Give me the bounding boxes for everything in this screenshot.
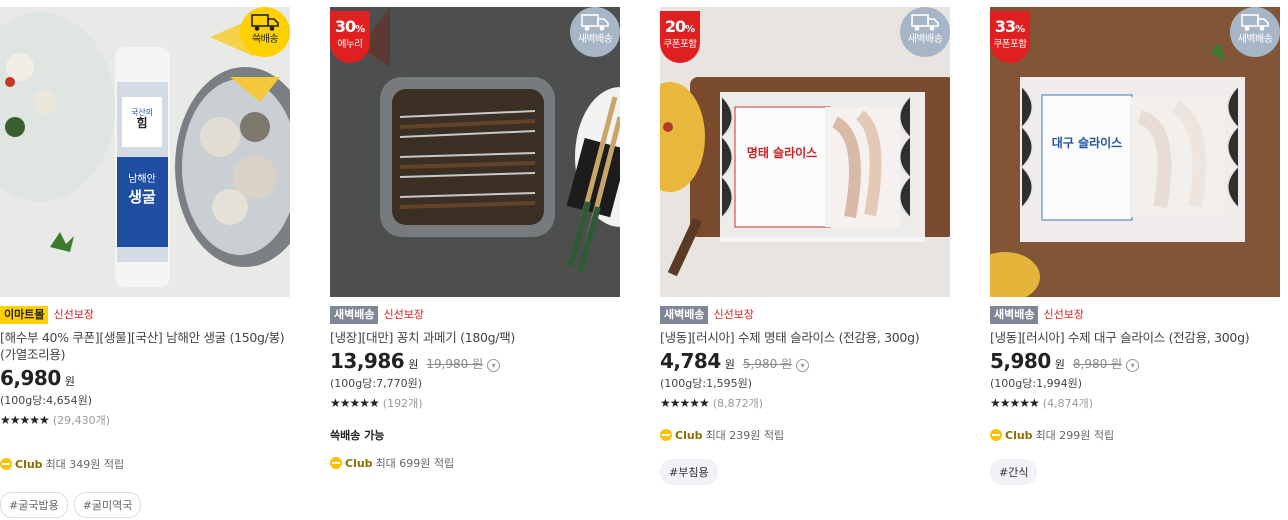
club-coin-icon [0,458,12,470]
club-points-text: 최대 239원 적립 [705,429,785,442]
truck-icon [581,14,609,31]
original-price: 8,980 원 [1072,357,1123,371]
package-label: 명태 슬라이스 [747,145,817,160]
club-points-text: 최대 699원 적립 [375,457,455,470]
star-icon: ★★★★★ [330,396,380,410]
truck-icon [1241,14,1269,31]
currency-label: 원 [724,358,735,371]
club-label: Club [345,456,373,470]
discount-percent: 33 [994,17,1016,36]
ssg-delivery-badge: 쓱배송 [240,7,290,57]
percent-sign: % [355,24,366,35]
package-label: 남해안 [128,172,156,185]
delivery-badge-label: 새벽배송 [907,34,943,45]
club-coin-icon [990,429,1002,441]
dawn-delivery-tag: 새벽배송 [990,306,1039,324]
discount-label: 쿠폰포함 [663,39,697,50]
product-image[interactable]: 30% 에누리 새벽배송 [330,7,620,297]
info-icon[interactable]: ▾ [487,359,501,372]
fresh-guarantee-badge: 신선보장 [383,308,424,321]
club-coin-icon [330,457,342,469]
review-count[interactable]: (8,872개) [713,395,763,411]
truck-icon [911,14,939,31]
dawn-delivery-badge: 새벽배송 [570,7,620,57]
product-card[interactable]: 명태 슬라이스 20% 쿠폰포함 새벽배송 새벽배송 신선보장 [냉동][러시아… [660,7,950,485]
sale-price: 13,986 [330,349,405,373]
club-label: Club [675,428,703,442]
percent-sign: % [685,24,696,35]
dawn-delivery-badge: 새벽배송 [1230,7,1280,57]
star-icon: ★★★★★ [990,396,1040,410]
sale-price: 5,980 [990,349,1051,373]
hashtag[interactable]: #부침용 [660,459,718,485]
fresh-guarantee-badge: 신선보장 [713,308,754,321]
unit-price: (100g당:1,994원) [990,377,1082,390]
sale-price: 6,980 [0,366,61,390]
dawn-delivery-tag: 새벽배송 [660,306,709,324]
discount-percent: 30 [334,17,356,36]
package-label: 생굴 [128,188,156,206]
review-count[interactable]: (192개) [383,395,423,411]
emart-mall-badge: 이마트몰 [0,306,49,324]
currency-label: 원 [64,375,75,388]
product-card[interactable]: 대구 슬라이스 33% 쿠폰포함 새벽배송 새벽배송 신선보장 [냉동][러시아… [990,7,1280,485]
review-count[interactable]: (4,874개) [1043,395,1093,411]
product-image[interactable]: 국산의 힘 남해안 생굴 쓱배송 [0,7,290,297]
club-coin-icon [660,429,672,441]
ssg-delivery-available: 쓱배송 가능 [330,429,385,442]
product-name[interactable]: [해수부 40% 쿠폰][생물][국산] 남해안 생굴 (150g/봉) (가열… [0,329,290,363]
delivery-badge-label: 새벽배송 [1237,34,1273,45]
original-price: 5,980 원 [742,357,793,371]
hashtag[interactable]: #굴국밥용 [0,492,68,518]
product-name[interactable]: [냉장][대만] 꽁치 과메기 (180g/팩) [330,329,620,346]
unit-price: (100g당:7,770원) [330,377,422,390]
package-label: 대구 슬라이스 [1052,135,1122,150]
fresh-guarantee-badge: 신선보장 [1043,308,1084,321]
product-name[interactable]: [냉동][러시아] 수제 대구 슬라이스 (전감용, 300g) [990,329,1280,346]
product-name[interactable]: [냉동][러시아] 수제 명태 슬라이스 (전감용, 300g) [660,329,950,346]
info-icon[interactable]: ▾ [1126,359,1140,372]
club-points-text: 최대 349원 적립 [45,458,125,471]
hashtag[interactable]: #간식 [990,459,1038,485]
review-count[interactable]: (29,430개) [53,412,110,428]
unit-price: (100g당:4,654원) [0,394,92,407]
delivery-badge-label: 새벽배송 [577,34,613,45]
currency-label: 원 [408,358,419,371]
star-icon: ★★★★★ [660,396,710,410]
discount-badge: 30% 에누리 [330,11,370,63]
discount-badge: 20% 쿠폰포함 [660,11,700,63]
delivery-badge-label: 쓱배송 [251,34,279,45]
discount-badge: 33% 쿠폰포함 [990,11,1030,63]
product-image[interactable]: 명태 슬라이스 20% 쿠폰포함 새벽배송 [660,7,950,297]
discount-percent: 20 [664,17,686,36]
product-card[interactable]: 30% 에누리 새벽배송 새벽배송 신선보장 [냉장][대만] 꽁치 과메기 (… [330,7,620,471]
club-label: Club [15,457,43,471]
product-card[interactable]: 국산의 힘 남해안 생굴 쓱배송 이마트몰 신선보장 [해수부 40% 쿠폰][… [0,7,290,518]
unit-price: (100g당:1,595원) [660,377,752,390]
truck-icon [251,14,279,31]
dawn-delivery-badge: 새벽배송 [900,7,950,57]
discount-label: 쿠폰포함 [993,39,1027,50]
currency-label: 원 [1054,358,1065,371]
dawn-delivery-tag: 새벽배송 [330,306,379,324]
sale-price: 4,784 [660,349,721,373]
info-icon[interactable]: ▾ [796,359,810,372]
discount-label: 에누리 [337,39,363,50]
star-icon: ★★★★★ [0,413,50,427]
hashtag[interactable]: #굴미역국 [73,492,142,518]
fresh-guarantee-badge: 신선보장 [53,308,94,321]
percent-sign: % [1015,24,1026,35]
package-label: 힘 [136,115,147,130]
original-price: 19,980 원 [426,357,484,371]
club-label: Club [1005,428,1033,442]
club-points-text: 최대 299원 적립 [1035,429,1115,442]
product-image[interactable]: 대구 슬라이스 33% 쿠폰포함 새벽배송 [990,7,1280,297]
